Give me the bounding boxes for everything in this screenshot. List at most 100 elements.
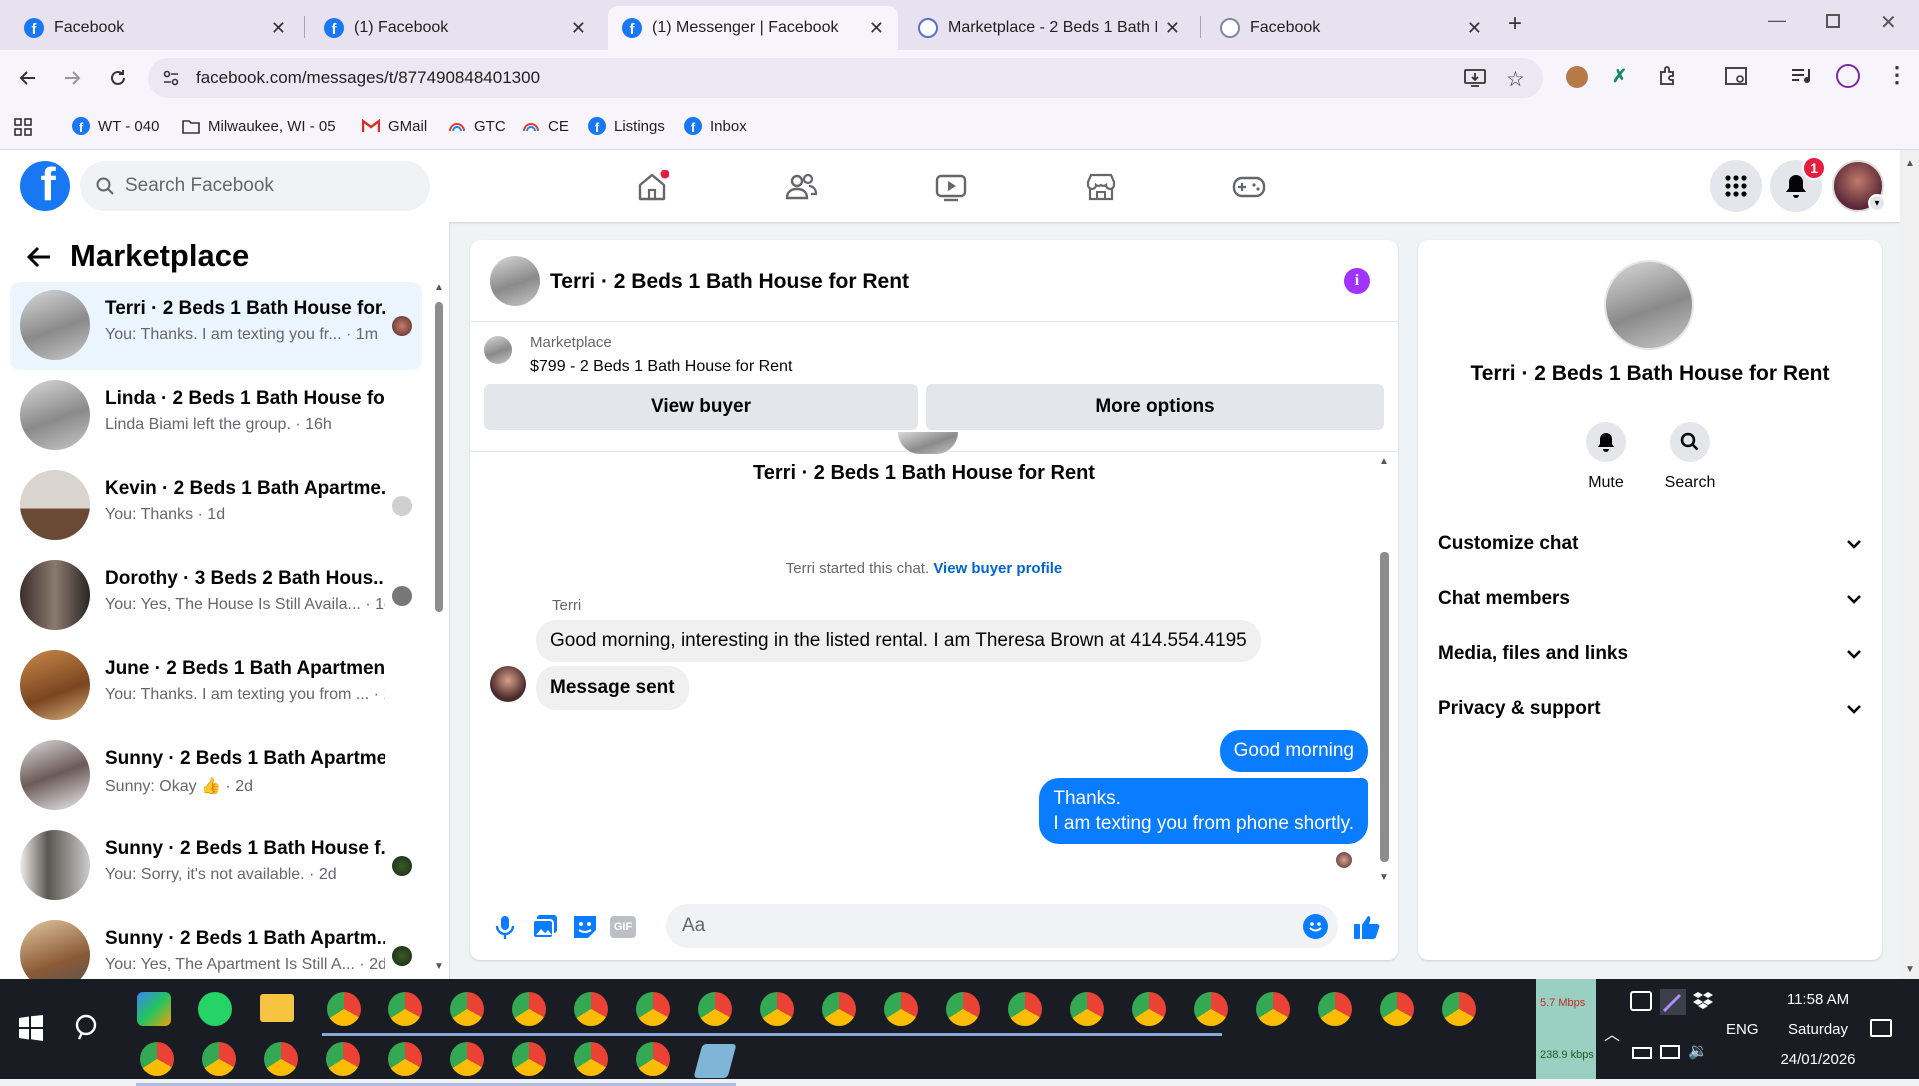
scroll-down-icon[interactable]: ▼ <box>1905 964 1915 975</box>
close-tab-icon[interactable]: ✕ <box>271 18 286 39</box>
search-conversation-button[interactable] <box>1670 422 1710 462</box>
bookmark-star-icon[interactable]: ☆ <box>1506 67 1525 92</box>
chrome-icon[interactable] <box>202 1042 236 1076</box>
network-icon[interactable] <box>1660 1045 1680 1059</box>
bookmark-listings[interactable]: f Listings <box>588 117 665 135</box>
chrome-icon[interactable] <box>1194 992 1228 1026</box>
gif-icon[interactable]: GIF <box>610 916 636 938</box>
browser-menu-icon[interactable]: ⋮ <box>1886 62 1908 88</box>
bookmark-wt040[interactable]: f WT - 040 <box>72 117 159 135</box>
chrome-icon[interactable] <box>1008 992 1042 1026</box>
view-buyer-profile-link[interactable]: View buyer profile <box>933 560 1062 577</box>
message-bubble-outgoing[interactable]: Good morning <box>1219 730 1368 772</box>
microphone-icon[interactable] <box>490 912 520 942</box>
account-avatar[interactable]: ▾ <box>1832 160 1886 212</box>
chat-members-section[interactable]: Chat members <box>1438 579 1862 619</box>
conversation-item[interactable]: June · 2 Beds 1 Bath Apartment ... You: … <box>10 642 422 730</box>
chrome-icon[interactable] <box>946 992 980 1026</box>
file-explorer-icon[interactable] <box>260 994 294 1022</box>
watch-nav-icon[interactable] <box>934 170 968 204</box>
tab-messenger[interactable]: f (1) Messenger | Facebook ✕ <box>608 6 898 50</box>
conversation-item[interactable]: Terri · 2 Beds 1 Bath House for... You: … <box>10 282 422 370</box>
tab-facebook-1[interactable]: f Facebook ✕ <box>10 6 300 50</box>
chrome-icon[interactable] <box>512 1042 546 1076</box>
conversation-item[interactable]: Sunny · 2 Beds 1 Bath Apartmen... Sunny:… <box>10 732 422 820</box>
listing-title[interactable]: $799 - 2 Beds 1 Bath House for Rent <box>530 358 792 376</box>
chrome-icon[interactable] <box>574 992 608 1026</box>
chrome-icon[interactable] <box>1318 992 1352 1026</box>
extensions-puzzle-icon[interactable] <box>1656 64 1680 88</box>
tab-marketplace[interactable]: Marketplace - 2 Beds 1 Bath Ho ✕ <box>904 6 1194 50</box>
chrome-icon[interactable] <box>327 992 361 1026</box>
thumbs-up-icon[interactable] <box>1352 912 1382 942</box>
chrome-icon[interactable] <box>512 992 546 1026</box>
customize-chat-section[interactable]: Customize chat <box>1438 524 1862 564</box>
info-icon[interactable]: i <box>1344 268 1370 294</box>
scroll-up-icon[interactable]: ▲ <box>1379 456 1389 467</box>
friends-nav-icon[interactable] <box>784 170 818 204</box>
more-options-button[interactable]: More options <box>926 384 1384 430</box>
chrome-icon[interactable] <box>884 992 918 1026</box>
chrome-icon[interactable] <box>822 992 856 1026</box>
chat-title[interactable]: Terri · 2 Beds 1 Bath House for Rent <box>550 270 909 294</box>
screen-icon[interactable] <box>1630 991 1652 1011</box>
close-tab-icon[interactable]: ✕ <box>1467 18 1482 39</box>
search-icon[interactable] <box>74 1013 104 1043</box>
chrome-icon[interactable] <box>636 1042 670 1076</box>
conversation-item[interactable]: Dorothy · 3 Beds 2 Bath Hous... You: Yes… <box>10 552 422 640</box>
clock-day[interactable]: Saturday <box>1776 1021 1860 1038</box>
chrome-icon[interactable] <box>1132 992 1166 1026</box>
profile-icon[interactable] <box>1836 64 1860 88</box>
home-nav-icon[interactable] <box>635 170 669 204</box>
chrome-icon[interactable] <box>636 992 670 1026</box>
thread-scrollbar[interactable]: ▲ ▼ <box>1377 452 1391 892</box>
notifications-button[interactable]: 1 <box>1770 156 1826 212</box>
chrome-icon[interactable] <box>264 1042 298 1076</box>
chrome-icon[interactable] <box>388 1042 422 1076</box>
whatsapp-icon[interactable] <box>198 992 232 1026</box>
restore-icon[interactable] <box>1826 14 1840 28</box>
message-bubble-incoming[interactable]: Good morning, interesting in the listed … <box>536 620 1261 662</box>
sticker-icon[interactable] <box>570 912 600 942</box>
conversation-item[interactable]: Sunny · 2 Beds 1 Bath Apartm... You: Yes… <box>10 912 422 979</box>
conversation-scrollbar[interactable]: ▲ ▼ <box>432 282 446 972</box>
chevron-up-icon[interactable]: ︿ <box>1604 1021 1620 1045</box>
chrome-icon[interactable] <box>450 1042 484 1076</box>
chrome-icon[interactable] <box>326 1042 360 1076</box>
reload-icon[interactable] <box>104 64 132 92</box>
bookmark-milwaukee[interactable]: Milwaukee, WI - 05 <box>182 117 336 135</box>
sender-avatar[interactable] <box>490 666 526 702</box>
back-icon[interactable] <box>14 64 42 92</box>
close-tab-icon[interactable]: ✕ <box>571 18 586 39</box>
pen-icon[interactable] <box>1660 989 1686 1015</box>
tab-facebook-3[interactable]: Facebook ✕ <box>1206 6 1496 50</box>
facebook-search-input[interactable]: Search Facebook <box>80 161 430 211</box>
notification-center-icon[interactable] <box>1870 1019 1892 1037</box>
new-tab-icon[interactable]: + <box>1508 10 1522 38</box>
dropbox-icon[interactable] <box>1692 991 1714 1011</box>
chrome-icon[interactable] <box>574 1042 608 1076</box>
chrome-icon[interactable] <box>760 992 794 1026</box>
facebook-logo[interactable]: f <box>20 161 70 211</box>
chrome-icon[interactable] <box>1070 992 1104 1026</box>
bookmark-gmail[interactable]: GMail <box>362 117 427 135</box>
chat-avatar[interactable] <box>490 256 540 306</box>
app-icon[interactable] <box>137 992 171 1026</box>
windows-start-icon[interactable] <box>18 1015 44 1041</box>
tab-search-icon[interactable] <box>1725 66 1749 88</box>
emoji-icon[interactable] <box>1303 914 1328 939</box>
message-bubble-incoming[interactable]: Message sent <box>536 666 689 710</box>
scroll-down-icon[interactable]: ▼ <box>434 961 444 972</box>
close-tab-icon[interactable]: ✕ <box>869 18 884 39</box>
chrome-icon[interactable] <box>450 992 484 1026</box>
bookmark-inbox[interactable]: f Inbox <box>684 117 747 135</box>
menu-grid-button[interactable] <box>1710 160 1762 212</box>
install-app-icon[interactable] <box>1464 68 1486 88</box>
cookie-extension-icon[interactable] <box>1566 66 1588 88</box>
details-avatar[interactable] <box>1604 260 1694 350</box>
conversation-item[interactable]: Sunny · 2 Beds 1 Bath House f... You: So… <box>10 822 422 910</box>
chrome-icon[interactable] <box>1256 992 1290 1026</box>
marketplace-nav-icon[interactable] <box>1084 170 1118 204</box>
back-arrow-icon[interactable] <box>26 246 52 268</box>
site-info-icon[interactable] <box>162 69 180 87</box>
